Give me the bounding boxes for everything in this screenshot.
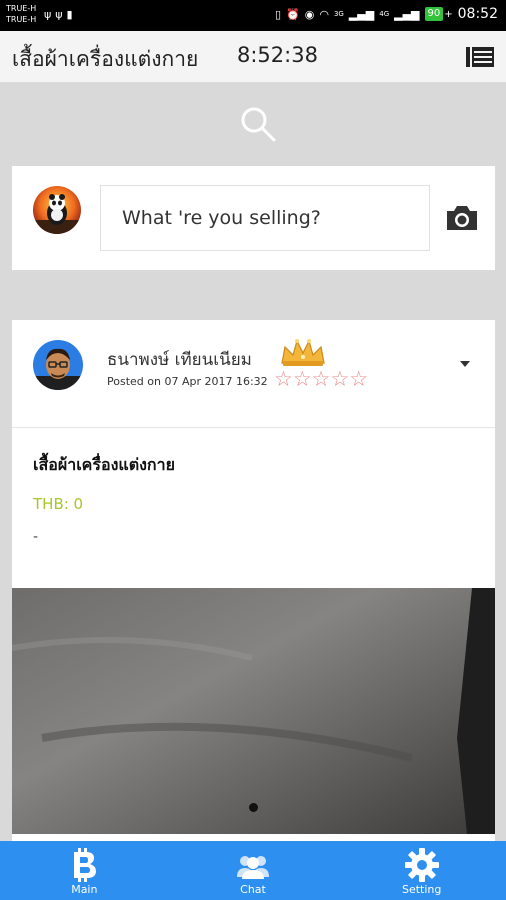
search-area [0,84,506,160]
nav-main-label: Main [71,883,98,896]
item-price: THB: 0 [33,495,84,513]
item-photo[interactable] [12,588,495,834]
usb-icon: ψ [44,8,56,21]
alarm-icon: ⏰ [286,7,300,21]
author-avatar[interactable] [33,340,83,390]
signal-icon: ▂▄▆ [394,7,420,21]
rating-stars[interactable]: ☆☆☆☆☆ [274,367,368,391]
nav-main[interactable]: Main [0,841,169,900]
nav-chat[interactable]: Chat [169,841,338,900]
list-menu-icon [466,47,494,67]
crown-icon [281,339,325,366]
sell-input[interactable] [100,185,430,251]
user-avatar[interactable] [33,186,81,234]
nav-setting-label: Setting [401,883,442,896]
wifi-icon: ◠ [319,7,329,21]
fabric-photo [12,588,495,834]
item-description: - [33,529,39,545]
posted-date: Posted on 07 Apr 2017 16:32 [107,375,268,388]
post-header: ธนาพงษ์ เทียนเนียม Posted on 07 Apr 2017… [12,320,495,428]
usb-icon: ψ [55,8,67,21]
author-name[interactable]: ธนาพงษ์ เทียนเนียม [107,346,252,373]
caret-down-icon [460,361,470,367]
status-right: ▯ ⏰ ◉ ◠ 3G ▂▄▆ 4G ▂▄▆ 90 + 08:52 [275,6,498,22]
list-menu-button[interactable] [466,45,494,69]
clipboard-icon: ▮ [66,8,77,21]
man-avatar-icon [33,340,83,390]
page-title: เสื้อผ้าเครื่องแต่งกาย [12,47,199,71]
post-options-button[interactable] [460,352,470,367]
charging-icon: + [444,8,453,20]
post-body: เสื้อผ้าเครื่องแต่งกาย THB: 0 - [12,429,495,587]
battery-level: 90 [424,7,444,21]
sell-composer [12,166,495,270]
carrier-labels: TRUE-H TRUE-H [6,3,36,25]
crown-badge [279,337,327,367]
nav-setting[interactable]: Setting [337,841,506,900]
app-bar: เสื้อผ้าเครื่องแต่งกาย 8:52:38 [0,31,506,83]
status-bar: TRUE-H TRUE-H ψψ▮ ▯ ⏰ ◉ ◠ 3G ▂▄▆ 4G ▂▄▆ … [0,0,506,31]
carousel-indicator[interactable] [249,803,258,812]
vibrate-icon: ▯ [274,7,282,21]
bitcoin-icon [74,848,97,882]
search-icon [241,107,276,142]
post-card: ธนาพงษ์ เทียนเนียม Posted on 07 Apr 2017… [12,320,495,860]
network-3g: 3G [333,10,344,18]
status-clock: 08:52 [457,6,498,22]
gear-icon [404,848,439,882]
eye-icon: ◉ [304,7,315,21]
network-4g: 4G [379,10,390,18]
notification-icons: ψψ▮ [44,8,77,21]
search-button[interactable] [238,104,278,144]
bottom-nav: Main Chat Setting [0,841,506,900]
item-title: เสื้อผ้าเครื่องแต่งกาย [33,455,175,474]
panda-avatar-icon [33,186,81,234]
carrier-2: TRUE-H [6,15,37,24]
nav-chat-label: Chat [240,883,266,896]
camera-icon [447,206,477,230]
signal-icon: ▂▄▆ [348,7,375,21]
camera-button[interactable] [445,204,479,232]
carrier-1: TRUE-H [6,4,37,13]
app-clock: 8:52:38 [237,43,318,67]
people-icon [237,856,269,879]
